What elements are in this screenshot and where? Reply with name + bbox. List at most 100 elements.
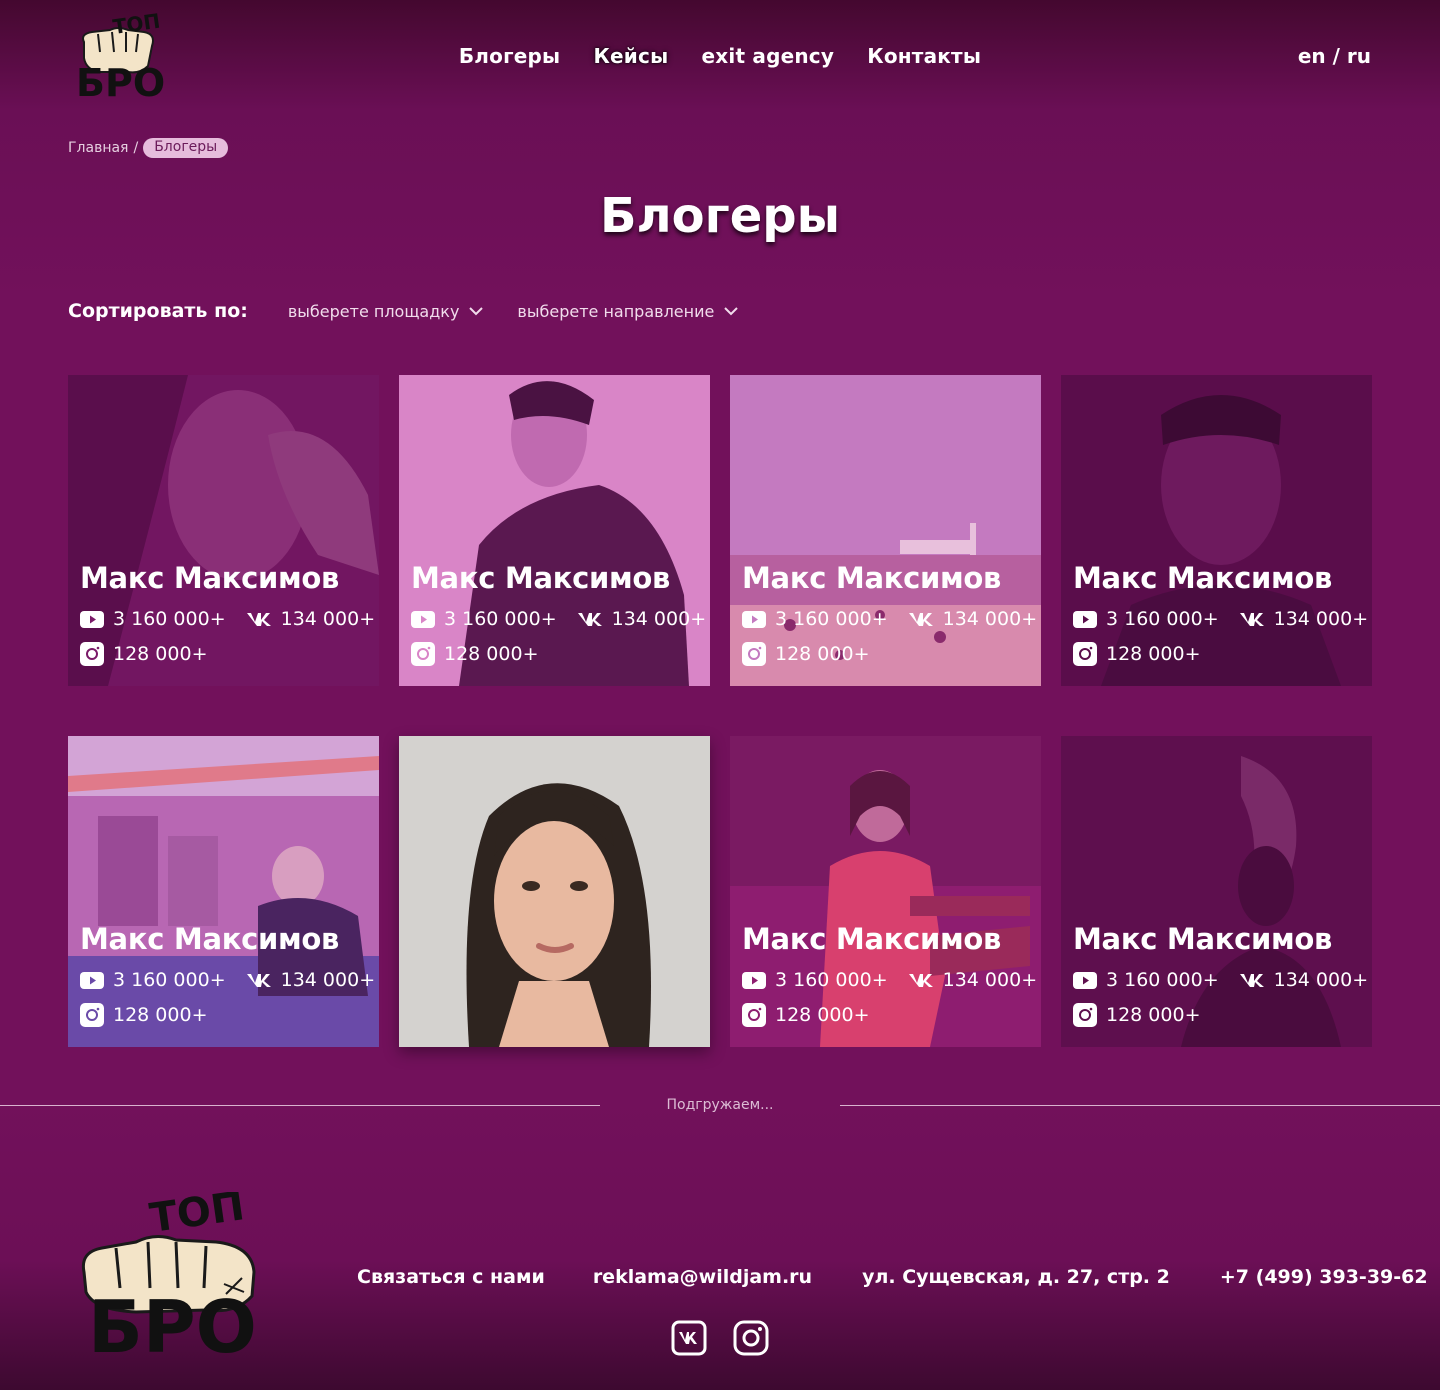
vk-count: 134 000+ [280,608,376,630]
breadcrumb: Главная / Блогеры [68,138,229,158]
logo-fists-icon: ТОП БРО [81,1183,257,1369]
vk-icon [246,613,271,626]
stats-row: 128 000+ [1073,642,1201,666]
nav-cases[interactable]: Кейсы [593,44,668,68]
instagram-icon [742,1003,766,1027]
svg-text:ТОП: ТОП [111,12,161,39]
instagram-count: 128 000+ [113,1004,208,1026]
stats-row: 3 160 000+ 134 000+ [80,969,375,991]
page-title: Блогеры [599,188,841,244]
youtube-count: 3 160 000+ [1106,608,1219,630]
blogger-name: Макс Максимов [1073,561,1333,595]
youtube-icon [742,610,766,628]
footer-vk-link[interactable] [671,1320,707,1356]
platform-dropdown-label: выберете площадку [287,301,460,321]
vk-count: 134 000+ [280,969,376,991]
blogger-card[interactable]: Макс Максимов 3 160 000+ 134 000+ 128 00… [68,375,379,686]
blogger-card[interactable]: Макс Максимов 3 160 000+ 134 000+ 128 00… [399,375,710,686]
youtube-count: 3 160 000+ [444,608,557,630]
footer-email[interactable]: reklama@wildjam.ru [593,1266,812,1288]
blogger-name: Макс Максимов [80,561,340,595]
vk-icon [1239,613,1264,626]
blogger-card[interactable]: Макс Максимов 3 160 000+ 134 000+ 128 00… [1061,736,1372,1047]
instagram-count: 128 000+ [1106,1004,1201,1026]
stats-row: 128 000+ [742,642,870,666]
stats-row: 3 160 000+ 134 000+ [742,608,1037,630]
nav-bloggers[interactable]: Блогеры [459,44,560,68]
blogger-photo [68,736,379,1047]
vk-count: 134 000+ [1273,969,1369,991]
stats-row: 128 000+ [742,1003,870,1027]
youtube-count: 3 160 000+ [775,969,888,991]
blogger-name: Макс Максимов [80,922,340,956]
youtube-icon [80,610,104,628]
youtube-icon [1073,971,1097,989]
blogger-card[interactable] [399,736,710,1047]
blogger-name: Макс Максимов [742,561,1002,595]
youtube-icon [80,971,104,989]
youtube-count: 3 160 000+ [1106,969,1219,991]
vk-icon [1239,974,1264,987]
stats-row: 3 160 000+ 134 000+ [411,608,706,630]
footer-logo[interactable]: ТОП БРО [76,1183,262,1369]
instagram-count: 128 000+ [444,643,539,665]
divider-right [840,1105,1440,1106]
footer-instagram-link[interactable] [733,1320,769,1356]
instagram-icon [733,1320,769,1356]
blogger-photo [68,375,379,686]
lang-en[interactable]: en [1298,44,1326,68]
instagram-count: 128 000+ [113,643,208,665]
stats-row: 128 000+ [1073,1003,1201,1027]
load-more-indicator: Подгружаем... [0,1096,1440,1116]
vk-icon [577,613,602,626]
vk-icon [908,974,933,987]
blogger-photo [399,375,710,686]
blogger-card[interactable]: Макс Максимов 3 160 000+ 134 000+ 128 00… [730,736,1041,1047]
blogger-photo [730,375,1041,686]
blogger-card[interactable]: Макс Максимов 3 160 000+ 134 000+ 128 00… [1061,375,1372,686]
vk-count: 134 000+ [611,608,707,630]
instagram-icon [1073,1003,1097,1027]
sort-filters: Сортировать по: выберете площадку выбере… [68,300,772,322]
direction-dropdown[interactable]: выберете направление [517,301,739,321]
vk-icon [246,974,271,987]
nav-contacts[interactable]: Контакты [867,44,981,68]
stats-row: 3 160 000+ 134 000+ [1073,608,1368,630]
vk-count: 134 000+ [942,969,1038,991]
youtube-count: 3 160 000+ [113,969,226,991]
blogger-name: Макс Максимов [1073,922,1333,956]
chevron-down-icon [469,306,484,315]
footer-contact-link[interactable]: Связаться с нами [357,1266,545,1288]
blogger-photo [1061,375,1372,686]
instagram-icon [1073,642,1097,666]
youtube-icon [411,610,435,628]
instagram-count: 128 000+ [775,1004,870,1026]
instagram-icon [411,642,435,666]
vk-icon [671,1320,707,1356]
direction-dropdown-label: выберете направление [517,301,715,321]
youtube-count: 3 160 000+ [775,608,888,630]
footer-phone[interactable]: +7 (499) 393-39-62 [1220,1266,1428,1288]
lang-ru[interactable]: ru [1347,44,1371,68]
youtube-icon [1073,610,1097,628]
breadcrumb-home[interactable]: Главная [68,140,128,156]
instagram-icon [80,642,104,666]
blogger-card[interactable]: Макс Максимов 3 160 000+ 134 000+ 128 00… [68,736,379,1047]
stats-row: 128 000+ [80,642,208,666]
footer-contacts: Связаться с нами reklama@wildjam.ru ул. … [357,1266,1428,1288]
vk-icon [908,613,933,626]
language-switcher: en / ru [1298,44,1371,68]
vk-count: 134 000+ [942,608,1038,630]
main-nav: Блогеры Кейсы exit agency Контакты [0,44,1440,68]
instagram-icon [742,642,766,666]
instagram-count: 128 000+ [775,643,870,665]
stats-row: 3 160 000+ 134 000+ [742,969,1037,991]
platform-dropdown[interactable]: выберете площадку [288,302,484,321]
blogger-name: Макс Максимов [411,561,671,595]
blogger-photo [1061,736,1372,1047]
nav-exit-agency[interactable]: exit agency [702,44,835,68]
youtube-icon [742,971,766,989]
stats-row: 3 160 000+ 134 000+ [1073,969,1368,991]
blogger-card[interactable]: Макс Максимов 3 160 000+ 134 000+ 128 00… [730,375,1041,686]
svg-text:ТОП: ТОП [147,1192,247,1242]
